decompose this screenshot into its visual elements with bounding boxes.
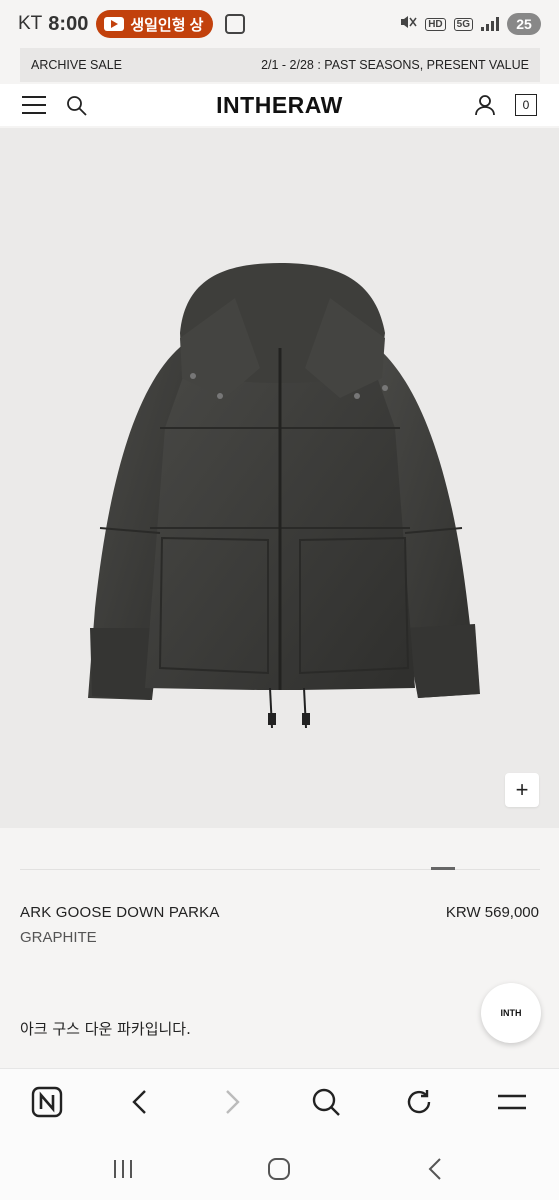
mute-icon	[399, 14, 417, 35]
cart-button[interactable]: 0	[515, 94, 537, 116]
live-notification-label: 생일인형 상	[130, 16, 204, 34]
zoom-plus-button[interactable]: +	[505, 773, 539, 807]
pagination-track	[20, 869, 540, 870]
product-price: KRW 569,000	[445, 904, 539, 921]
system-back-icon[interactable]	[420, 1154, 450, 1184]
battery-indicator: 25	[507, 13, 541, 35]
live-notification-pill[interactable]: 생일인형 상	[96, 10, 214, 38]
announcement-bar[interactable]: ARCHIVE SALE 2/1 - 2/28 : PAST SEASONS, …	[20, 48, 540, 82]
account-icon[interactable]	[474, 94, 496, 116]
carousel-pagination[interactable]	[20, 866, 540, 872]
search-icon[interactable]	[309, 1085, 343, 1119]
product-description: 아크 구스 다운 파카입니다.	[20, 1020, 191, 1038]
system-navigation-bar	[0, 1134, 559, 1200]
product-image	[88, 263, 480, 729]
chat-button[interactable]: INTH	[481, 983, 541, 1043]
home-icon[interactable]	[264, 1154, 294, 1184]
announcement-left: ARCHIVE SALE	[31, 58, 123, 72]
product-image-carousel[interactable]: +	[0, 128, 559, 828]
site-header: INTHERAW 0	[0, 84, 559, 126]
screenshot-icon	[225, 14, 246, 34]
forward-icon[interactable]	[216, 1085, 250, 1119]
announcement-right: 2/1 - 2/28 : PAST SEASONS, PRESENT VALUE	[261, 58, 529, 72]
product-color: GRAPHITE	[20, 929, 97, 946]
back-icon[interactable]	[122, 1085, 156, 1119]
pagination-active-indicator	[430, 867, 455, 870]
youtube-icon	[104, 17, 125, 31]
reload-icon[interactable]	[402, 1085, 436, 1119]
clock: 8:00	[48, 12, 89, 35]
naver-home-icon[interactable]	[30, 1085, 64, 1119]
recent-apps-icon[interactable]	[108, 1154, 138, 1184]
hd-tag: HD	[425, 17, 446, 31]
carrier-label: KT	[18, 13, 43, 34]
system-icons: HD 5G 25	[399, 13, 541, 35]
menu-icon[interactable]	[495, 1085, 529, 1119]
status-bar: KT 8:00 생일인형 상 HD 5G 25	[0, 0, 559, 48]
product-name: ARK GOOSE DOWN PARKA	[20, 904, 220, 921]
network-tag: 5G	[453, 17, 473, 31]
browser-toolbar	[0, 1068, 559, 1134]
signal-icon	[481, 17, 499, 31]
